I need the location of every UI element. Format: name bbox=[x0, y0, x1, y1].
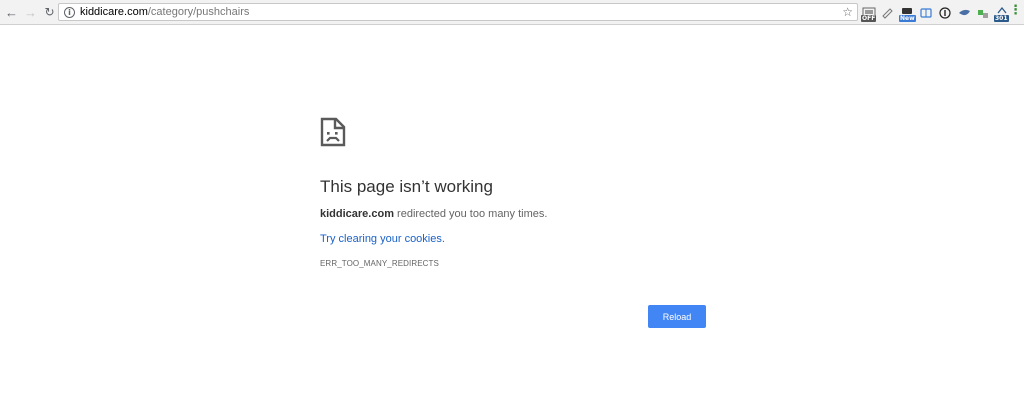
redirect-301-extension-icon[interactable]: 301 bbox=[994, 6, 1009, 22]
url-path: /category/pushchairs bbox=[147, 6, 250, 18]
url-text[interactable]: kiddicare.com/category/pushchairs bbox=[80, 6, 249, 18]
error-message-rest: redirected you too many times. bbox=[393, 208, 548, 220]
extension-bar: OFF New 301 bbox=[861, 3, 1009, 22]
sad-page-icon bbox=[320, 117, 346, 147]
error-message: kiddicare.com redirected you too many ti… bbox=[320, 208, 547, 220]
menu-icon[interactable]: ⋮ bbox=[1009, 4, 1022, 18]
url-host: kiddicare.com bbox=[80, 6, 148, 18]
reload-icon[interactable]: ↻ bbox=[40, 3, 59, 22]
error-title: This page isn’t working bbox=[320, 177, 493, 196]
new-badge-extension-icon[interactable]: New bbox=[899, 6, 916, 22]
browser-toolbar: ← → ↻ i kiddicare.com/category/pushchair… bbox=[0, 0, 1024, 25]
tab-off-badge: OFF bbox=[861, 14, 877, 22]
address-bar[interactable]: i kiddicare.com/category/pushchairs ☆ bbox=[58, 3, 858, 21]
info-icon[interactable]: i bbox=[64, 6, 75, 18]
error-host: kiddicare.com bbox=[320, 208, 394, 220]
pen-extension-icon[interactable] bbox=[881, 6, 895, 20]
reload-button[interactable]: Reload bbox=[648, 305, 706, 328]
forward-arrow-icon[interactable]: → bbox=[21, 3, 40, 22]
window-extension-icon[interactable] bbox=[919, 6, 933, 20]
bookmark-star-icon[interactable]: ☆ bbox=[842, 5, 853, 19]
tab-off-extension-icon[interactable]: OFF bbox=[861, 6, 877, 22]
new-badge: New bbox=[899, 14, 916, 22]
clear-cookies-link[interactable]: Try clearing your cookies. bbox=[320, 233, 445, 245]
error-code: ERR_TOO_MANY_REDIRECTS bbox=[320, 259, 439, 268]
puzzle-extension-icon[interactable] bbox=[976, 6, 990, 20]
bird-extension-icon[interactable] bbox=[957, 6, 971, 20]
redirect-301-badge: 301 bbox=[994, 14, 1009, 22]
back-arrow-icon[interactable]: ← bbox=[2, 3, 21, 22]
onepassword-extension-icon[interactable] bbox=[938, 6, 952, 20]
